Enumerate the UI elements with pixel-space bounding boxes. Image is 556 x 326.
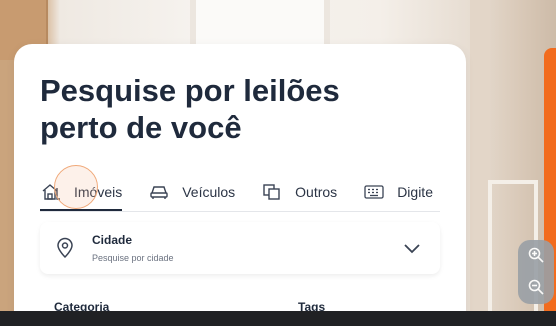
car-icon [148, 183, 170, 201]
background-window [190, 0, 330, 44]
chevron-down-icon [402, 238, 422, 258]
tab-label: Digite [397, 183, 433, 200]
tab-digite[interactable]: Digite [363, 172, 433, 211]
background-pillar [470, 0, 490, 326]
click-indicator [54, 165, 98, 209]
category-tabs: Imóveis Veículos Outros Digite [40, 172, 440, 212]
city-select[interactable]: Cidade Pesquise por cidade [40, 222, 440, 274]
zoom-out-icon [528, 279, 544, 295]
tab-label: Outros [295, 183, 338, 200]
keyboard-icon [363, 183, 385, 201]
tab-veiculos[interactable]: Veículos [148, 172, 235, 211]
zoom-in-button[interactable] [525, 245, 547, 267]
zoom-out-button[interactable] [525, 277, 547, 299]
zoom-in-icon [528, 247, 544, 263]
tab-outros[interactable]: Outros [261, 172, 337, 211]
city-field-text: Cidade Pesquise por cidade [92, 233, 174, 263]
bottom-bar [0, 311, 556, 326]
location-pin-icon [54, 237, 76, 259]
tab-label: Veículos [182, 183, 236, 200]
city-label: Cidade [92, 233, 133, 247]
zoom-controls [518, 240, 554, 304]
background-box [0, 60, 14, 320]
copy-icon [261, 183, 283, 201]
search-title: Pesquise por leilões perto de você [40, 73, 340, 145]
city-placeholder: Pesquise por cidade [92, 253, 174, 263]
